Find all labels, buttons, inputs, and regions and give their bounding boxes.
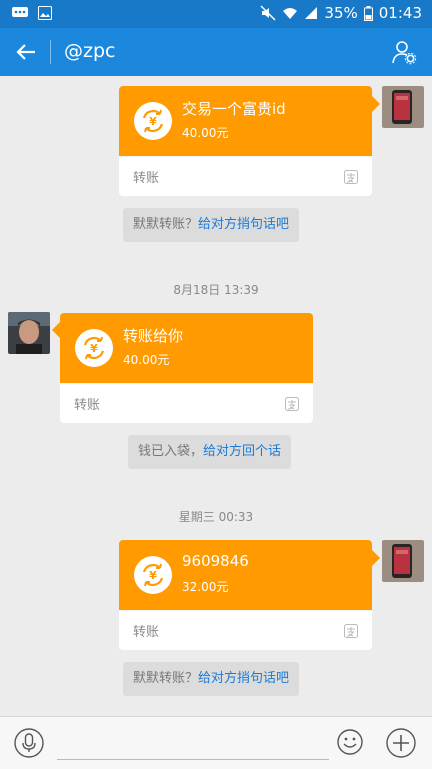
transfer-label: 转账 [133,625,160,640]
transfer-card-sent[interactable]: ¥ 9609846 32.00元 转账 [119,540,372,650]
profile-settings-icon [392,41,417,65]
transfer-yen-icon: ¥ [134,102,172,140]
system-text: 钱已入袋， [138,444,204,459]
system-message: 钱已入袋，给对方回个话 [128,435,292,469]
svg-text:¥: ¥ [149,115,157,128]
plus-icon[interactable] [386,728,416,758]
transfer-label: 转账 [133,171,160,186]
reply-link[interactable]: 给对方捎句话吧 [198,217,289,232]
transfer-title: 9609846 [182,552,249,570]
header-divider [50,40,51,64]
system-message: 默默转账？给对方捎句话吧 [123,208,300,242]
alipay-icon [344,170,358,184]
svg-text:¥: ¥ [90,342,98,355]
alipay-icon [285,397,299,411]
my-avatar[interactable] [382,86,424,128]
chat-area[interactable]: ¥ 交易一个富贵id 40.00元 转账 默默转账？给对方捎句话吧 8月18日 … [0,76,432,716]
transfer-title: 转账给你 [123,327,184,345]
transfer-amount: 32.00元 [182,580,229,594]
system-text: 默默转账？ [133,671,199,686]
wifi-icon [283,8,298,19]
reply-link[interactable]: 给对方捎句话吧 [198,671,289,686]
timestamp: 8月18日 13:39 [173,283,259,297]
svg-text:¥: ¥ [149,569,157,582]
mic-icon[interactable] [14,728,44,758]
status-bar: 35% 01:43 [0,0,432,28]
battery-percent: 35% [324,4,358,22]
transfer-yen-icon: ¥ [134,556,172,594]
battery-icon [363,5,373,21]
timestamp: 星期三 00:33 [178,510,254,524]
contact-avatar[interactable] [8,312,50,354]
input-bar [0,716,432,769]
reply-link[interactable]: 给对方回个话 [203,444,281,459]
chat-title: @zpc [64,40,116,62]
system-text: 默默转账？ [133,217,199,232]
emoji-icon[interactable] [337,729,363,755]
chat-notification-icon [12,7,28,17]
alipay-icon [344,624,358,638]
clock: 01:43 [378,4,422,22]
transfer-card-received[interactable]: ¥ 转账给你 40.00元 转账 [60,313,313,423]
back-arrow-icon [16,44,35,60]
gallery-notification-icon [38,6,52,20]
transfer-amount: 40.00元 [182,126,229,140]
transfer-title: 交易一个富贵id [182,100,286,118]
my-avatar[interactable] [382,540,424,582]
system-message: 默默转账？给对方捎句话吧 [123,662,300,696]
profile-settings-button[interactable] [388,36,420,68]
back-button[interactable] [10,36,42,68]
message-input[interactable] [57,729,329,760]
transfer-card-sent[interactable]: ¥ 交易一个富贵id 40.00元 转账 [119,86,372,196]
transfer-amount: 40.00元 [123,353,170,367]
transfer-yen-icon: ¥ [75,329,113,367]
transfer-label: 转账 [74,398,101,413]
mute-icon [260,5,276,21]
app-bar: @zpc [0,28,432,76]
signal-icon [305,7,318,19]
